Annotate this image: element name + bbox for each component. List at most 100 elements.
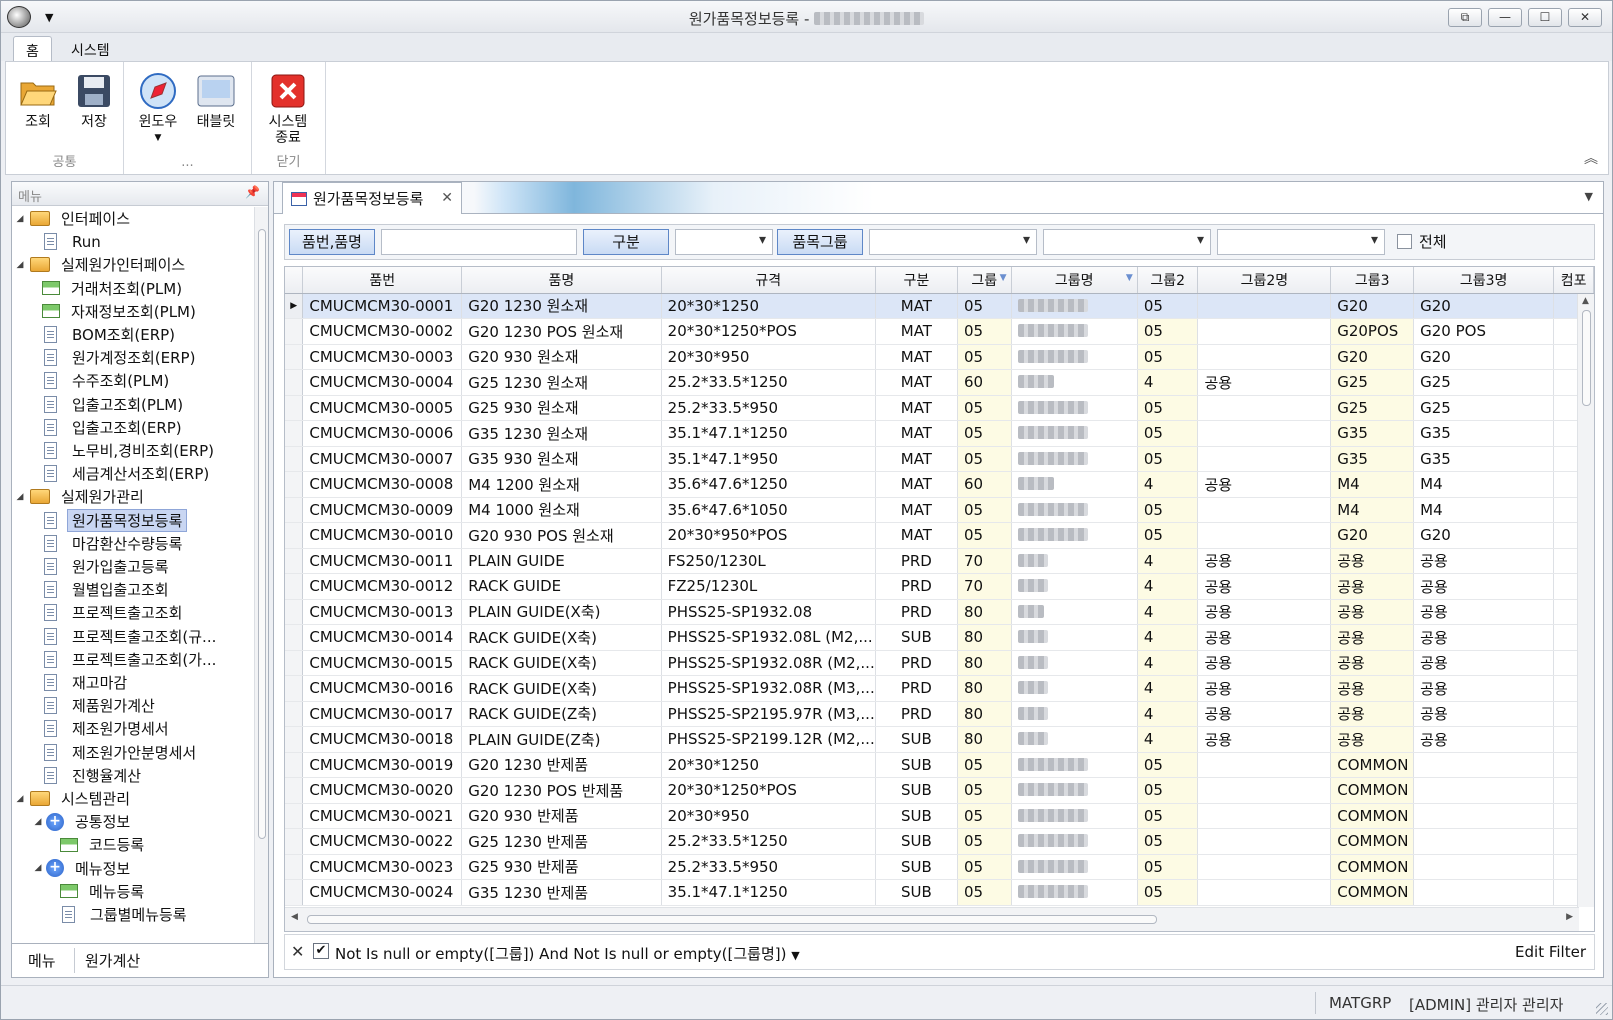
table-cell[interactable]: [1197, 318, 1332, 345]
table-cell[interactable]: SUB: [875, 752, 958, 778]
table-row[interactable]: CMUCMCM30-0012 RACK GUIDE FZ25/1230L PRD 70 4…: [285, 573, 1594, 600]
table-row[interactable]: CMUCMCM30-0015 RACK GUIDE(X축) PHSS25-SP193…: [285, 650, 1594, 676]
table-row[interactable]: CMUCMCM30-0014 RACK GUIDE(X축) PHSS25-SP193…: [285, 624, 1594, 651]
scroll-left-icon[interactable]: ◀: [291, 912, 298, 922]
table-cell[interactable]: [1197, 344, 1332, 370]
table-cell[interactable]: 05: [957, 522, 1012, 549]
table-cell[interactable]: 05: [1137, 497, 1199, 523]
table-cell[interactable]: 공용: [1330, 650, 1415, 676]
table-cell[interactable]: 공용: [1330, 573, 1415, 600]
table-cell[interactable]: MAT: [875, 420, 958, 447]
scroll-right-icon[interactable]: ▶: [1566, 912, 1573, 922]
document-tab[interactable]: 원가품목정보등록 ✕: [282, 182, 462, 214]
table-cell[interactable]: 05: [1137, 752, 1199, 778]
grid-horizontal-scrollbar[interactable]: ◀ ▶: [285, 907, 1579, 931]
table-row[interactable]: CMUCMCM30-0010 G20 930 POS 원소재 20*30*950*P…: [285, 522, 1594, 549]
table-cell[interactable]: [1011, 497, 1138, 523]
table-cell[interactable]: 20*30*950: [661, 803, 876, 829]
table-cell[interactable]: PRD: [875, 548, 958, 574]
table-cell[interactable]: PRD: [875, 675, 958, 702]
table-cell[interactable]: CMUCMCM30-0001: [302, 293, 463, 319]
table-cell[interactable]: G20: [1413, 522, 1555, 549]
table-cell[interactable]: PHSS25-SP2199.12R (M2,...: [661, 726, 876, 753]
row-indicator[interactable]: [285, 548, 304, 574]
table-cell[interactable]: M4: [1330, 497, 1415, 523]
menu-scrollbar[interactable]: [254, 207, 268, 943]
filter-enabled-checkbox[interactable]: ✔: [313, 943, 329, 959]
table-cell[interactable]: 05: [957, 293, 1012, 319]
table-cell[interactable]: CMUCMCM30-0004: [302, 369, 463, 396]
table-cell[interactable]: [1011, 828, 1138, 855]
table-cell[interactable]: 공용: [1197, 650, 1332, 676]
table-row[interactable]: CMUCMCM30-0006 G35 1230 원소재 35.1*47.1*1250…: [285, 420, 1594, 447]
table-cell[interactable]: COMMON: [1330, 879, 1415, 906]
expand-icon[interactable]: ◢: [14, 214, 26, 224]
table-cell[interactable]: 20*30*950*POS: [661, 522, 876, 549]
table-row[interactable]: CMUCMCM30-0011 PLAIN GUIDE FS250/1230L PRD 7…: [285, 548, 1594, 574]
close-tab-icon[interactable]: ✕: [441, 190, 453, 206]
table-row[interactable]: CMUCMCM30-0009 M4 1000 원소재 35.6*47.6*1050 M…: [285, 497, 1594, 523]
table-cell[interactable]: 05: [1137, 828, 1199, 855]
table-cell[interactable]: 4: [1137, 573, 1199, 600]
table-cell[interactable]: CMUCMCM30-0014: [302, 624, 463, 651]
column-header[interactable]: 그룹명 ▼: [1011, 267, 1138, 294]
tree-item[interactable]: 진행율계산: [32, 764, 146, 787]
table-cell[interactable]: G20 930 POS 원소재: [461, 522, 662, 549]
table-cell[interactable]: 05: [957, 879, 1012, 906]
table-cell[interactable]: 80: [957, 726, 1012, 753]
table-cell[interactable]: 05: [957, 803, 1012, 829]
table-row[interactable]: CMUCMCM30-0016 RACK GUIDE(X축) PHSS25-SP193…: [285, 675, 1594, 702]
tab-list-dropdown-icon[interactable]: ▼: [1585, 190, 1593, 203]
table-cell[interactable]: CMUCMCM30-0012: [302, 573, 463, 600]
table-cell[interactable]: [1197, 777, 1332, 804]
table-cell[interactable]: 35.6*47.6*1250: [661, 471, 876, 498]
table-cell[interactable]: M4: [1330, 471, 1415, 498]
column-header[interactable]: 품명: [461, 267, 662, 294]
row-indicator[interactable]: [285, 828, 304, 855]
tree-item[interactable]: 프로젝트출고조회(가...: [32, 648, 221, 671]
expand-icon[interactable]: ◢: [32, 817, 44, 827]
table-cell[interactable]: 20*30*1250*POS: [661, 777, 876, 804]
table-cell[interactable]: 공용: [1197, 599, 1332, 625]
tree-item[interactable]: 프로젝트출고조회(규...: [32, 625, 221, 648]
type-select[interactable]: [675, 229, 773, 255]
group1-select[interactable]: [869, 229, 1037, 255]
table-cell[interactable]: CMUCMCM30-0019: [302, 752, 463, 778]
expand-icon[interactable]: ◢: [14, 794, 26, 804]
table-cell[interactable]: G20 1230 원소재: [461, 293, 662, 319]
table-cell[interactable]: [1011, 446, 1138, 472]
table-cell[interactable]: G20 1230 반제품: [461, 752, 662, 778]
table-row[interactable]: CMUCMCM30-0013 PLAIN GUIDE(X축) PHSS25-SP19…: [285, 599, 1594, 625]
table-cell[interactable]: MAT: [875, 522, 958, 549]
table-cell[interactable]: [1197, 879, 1332, 906]
row-indicator[interactable]: [285, 650, 304, 676]
table-cell[interactable]: 공용: [1413, 599, 1555, 625]
item-search-input[interactable]: [381, 229, 577, 255]
table-cell[interactable]: 4: [1137, 599, 1199, 625]
tree-item[interactable]: 원가품목정보등록: [32, 508, 188, 532]
table-cell[interactable]: 05: [957, 420, 1012, 447]
table-cell[interactable]: 공용: [1330, 726, 1415, 753]
table-cell[interactable]: CMUCMCM30-0024: [302, 879, 463, 906]
table-cell[interactable]: G25 1230 원소재: [461, 369, 662, 396]
table-row[interactable]: CMUCMCM30-0019 G20 1230 반제품 20*30*1250 SUB 0…: [285, 752, 1594, 778]
row-indicator[interactable]: [285, 599, 304, 625]
table-cell[interactable]: COMMON: [1330, 854, 1415, 880]
tree-item[interactable]: 입출고조회(PLM): [32, 393, 188, 416]
table-cell[interactable]: G20: [1330, 522, 1415, 549]
table-cell[interactable]: 05: [957, 395, 1012, 421]
tree-item[interactable]: 프로젝트출고조회: [32, 601, 187, 624]
table-row[interactable]: CMUCMCM30-0008 M4 1200 원소재 35.6*47.6*1250 M…: [285, 471, 1594, 498]
close-button[interactable]: ✕: [1568, 8, 1602, 27]
tree-folder[interactable]: ◢ 시스템관리: [14, 787, 135, 810]
table-cell[interactable]: [1011, 854, 1138, 880]
tree-item[interactable]: 제품원가계산: [32, 694, 160, 717]
table-cell[interactable]: CMUCMCM30-0022: [302, 828, 463, 855]
table-cell[interactable]: G20: [1413, 344, 1555, 370]
table-cell[interactable]: 공용: [1413, 548, 1555, 574]
table-cell[interactable]: RACK GUIDE(X축): [461, 624, 662, 651]
table-cell[interactable]: 20*30*950: [661, 344, 876, 370]
table-cell[interactable]: COMMON: [1330, 777, 1415, 804]
table-cell[interactable]: 05: [1137, 777, 1199, 804]
column-header[interactable]: 그룹 ▼: [957, 267, 1012, 294]
